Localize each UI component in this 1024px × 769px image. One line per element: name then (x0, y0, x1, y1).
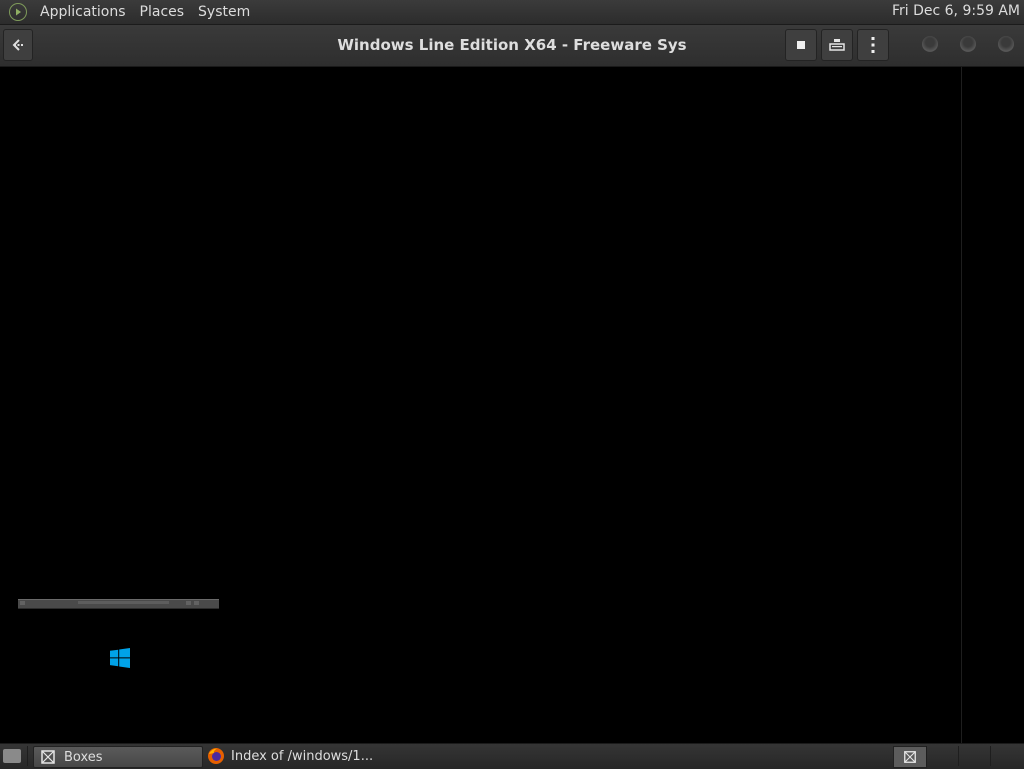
header-bar: Windows Line Edition X64 - Freeware Sys (0, 25, 1024, 67)
close-button[interactable] (998, 36, 1014, 52)
places-menu[interactable]: Places (133, 4, 192, 20)
task-boxes[interactable]: Boxes (33, 746, 203, 768)
vm-mini-maximize[interactable] (194, 601, 199, 605)
boxes-icon (41, 750, 55, 764)
workspace-separator (990, 746, 991, 766)
task-label: Index of /windows/1... (231, 748, 374, 764)
windows-logo-icon (110, 648, 130, 668)
maximize-button[interactable] (960, 36, 976, 52)
task-firefox[interactable]: Index of /windows/1... (205, 746, 405, 766)
workspace-separator (958, 746, 959, 766)
firefox-icon (208, 748, 224, 764)
minimize-button[interactable] (922, 36, 938, 52)
vm-mini-minimize[interactable] (186, 601, 191, 605)
display-edge (961, 67, 962, 743)
boxes-icon (904, 751, 916, 763)
task-label: Boxes (64, 749, 103, 765)
panel-separator (27, 746, 28, 766)
kebab-menu-icon (871, 37, 875, 53)
keyboard-button[interactable] (821, 29, 853, 61)
keyboard-icon (829, 39, 845, 51)
system-menu[interactable]: System (191, 4, 257, 20)
applications-menu[interactable]: Applications (33, 4, 133, 20)
clock[interactable]: Fri Dec 6, 9:59 AM (892, 3, 1020, 19)
workspace-separator (926, 746, 927, 766)
bottom-panel: Boxes Index of /windows/1... (0, 743, 1024, 769)
stop-icon (797, 41, 805, 49)
menu-button[interactable] (857, 29, 889, 61)
vm-mini-window-title (78, 601, 169, 604)
top-panel: Applications Places System Fri Dec 6, 9:… (0, 0, 1024, 25)
vm-mini-window[interactable] (18, 599, 219, 609)
show-desktop-icon[interactable] (3, 749, 21, 763)
vm-mini-icon (20, 601, 25, 605)
stop-button[interactable] (785, 29, 817, 61)
vm-display[interactable] (0, 67, 1024, 743)
workspace-switcher[interactable] (893, 746, 927, 768)
menu-logo-icon[interactable] (9, 3, 27, 21)
